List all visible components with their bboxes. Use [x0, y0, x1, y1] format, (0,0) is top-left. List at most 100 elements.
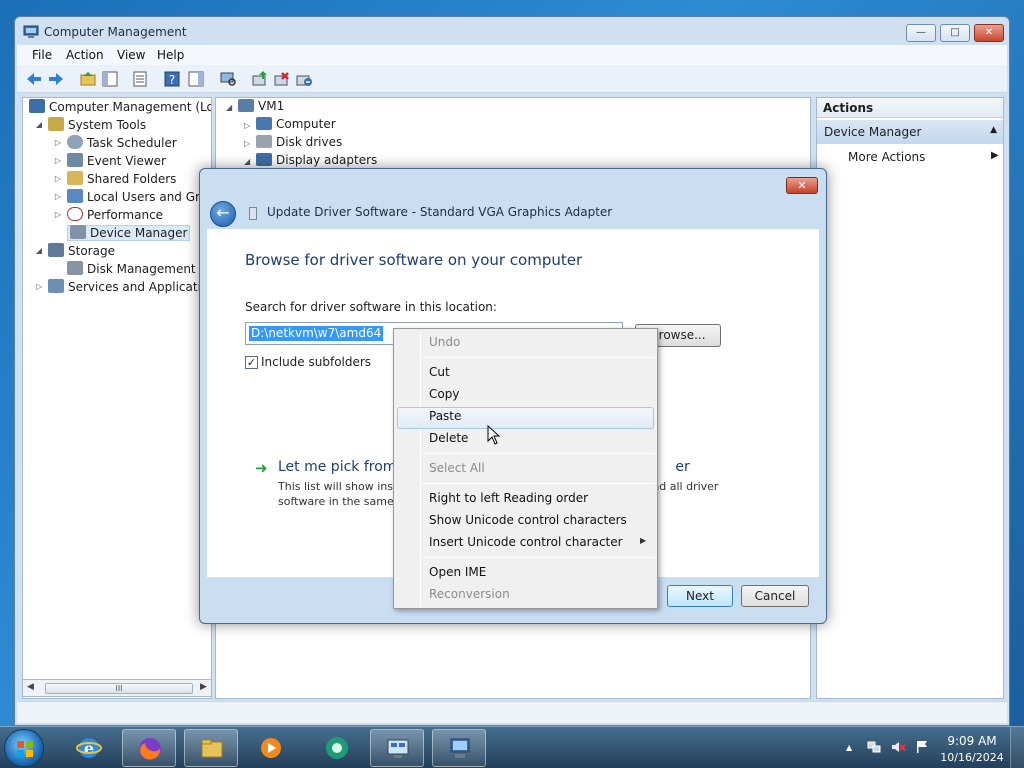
- search-location-label: Search for driver software in this locat…: [245, 300, 497, 314]
- users-icon: [67, 189, 83, 203]
- show-hide-action-pane-icon[interactable]: [187, 70, 205, 88]
- tree-item-device-manager[interactable]: Device Manager: [67, 224, 191, 242]
- show-hide-tree-icon[interactable]: [101, 70, 119, 88]
- clock-time[interactable]: 9:09 AM: [944, 734, 1000, 748]
- expand-arrow-icon[interactable]: ▷: [34, 278, 44, 296]
- performance-icon: [67, 207, 83, 221]
- computer-management-icon: [23, 25, 39, 38]
- collapse-arrow-icon[interactable]: ◢: [34, 242, 44, 260]
- show-desktop-button[interactable]: [1010, 727, 1024, 768]
- dialog-close-button[interactable]: ✕: [786, 177, 818, 194]
- menu-item-open-ime[interactable]: Open IME: [429, 565, 486, 579]
- scroll-left-icon[interactable]: ◀: [27, 682, 34, 692]
- taskbar-media-player[interactable]: [244, 729, 298, 767]
- show-hidden-icons-button[interactable]: ▲: [846, 743, 852, 752]
- menu-view[interactable]: View: [117, 48, 145, 62]
- expand-arrow-icon[interactable]: ▷: [53, 206, 63, 224]
- expand-arrow-icon[interactable]: ▷: [53, 134, 63, 152]
- menu-help[interactable]: Help: [157, 48, 184, 62]
- tree-item-local-users[interactable]: ▷ Local Users and Group: [55, 188, 211, 206]
- tree-item-event-viewer[interactable]: ▷ Event Viewer: [55, 152, 166, 170]
- tree-item-shared-folders[interactable]: ▷ Shared Folders: [55, 170, 176, 188]
- tree-item-task-scheduler[interactable]: ▷ Task Scheduler: [55, 134, 177, 152]
- up-folder-icon[interactable]: [79, 70, 97, 88]
- taskbar-firefox[interactable]: [122, 729, 176, 767]
- close-button[interactable]: ✕: [974, 24, 1004, 42]
- menu-separator: [422, 357, 655, 358]
- actions-pane: Actions Device Manager ▲ More Actions ▶: [816, 97, 1004, 699]
- tree-item-system-tools[interactable]: ◢ System Tools: [36, 116, 146, 134]
- collapse-arrow-icon[interactable]: ◢: [34, 116, 44, 134]
- action-center-flag-icon[interactable]: [914, 739, 930, 755]
- start-button[interactable]: [4, 729, 44, 767]
- menu-item-select-all[interactable]: Select All: [429, 461, 485, 475]
- help-icon[interactable]: ?: [163, 70, 181, 88]
- tree-item-performance[interactable]: ▷ Performance: [55, 206, 163, 224]
- horizontal-scrollbar[interactable]: ◀ III ▶: [22, 679, 212, 697]
- expand-arrow-icon[interactable]: ▷: [53, 170, 63, 188]
- expand-arrow-icon[interactable]: ▷: [244, 136, 256, 152]
- cancel-button[interactable]: Cancel: [741, 585, 809, 607]
- menu-item-paste[interactable]: Paste: [429, 409, 461, 423]
- submenu-arrow-icon: ▶: [640, 536, 647, 545]
- tree-item-storage[interactable]: ◢ Storage: [36, 242, 115, 260]
- device-category-computer[interactable]: ▷ Computer: [244, 116, 336, 134]
- taskbar-chrome-like[interactable]: [310, 729, 364, 767]
- more-actions-link[interactable]: More Actions: [848, 150, 925, 164]
- display-adapter-icon: [256, 153, 272, 166]
- back-arrow-icon[interactable]: [25, 70, 43, 88]
- maximize-button[interactable]: □: [940, 24, 970, 42]
- scroll-right-icon[interactable]: ▶: [200, 682, 207, 692]
- menu-item-show-unicode[interactable]: Show Unicode control characters: [429, 513, 627, 527]
- network-icon[interactable]: [866, 739, 882, 755]
- taskbar-computer-management[interactable]: [432, 729, 486, 767]
- toolbar: ?: [17, 65, 1007, 93]
- forward-arrow-icon[interactable]: [47, 70, 65, 88]
- device-root[interactable]: ◢ VM1: [226, 98, 284, 116]
- tree-item-services-applications[interactable]: ▷ Services and Applications: [36, 278, 211, 296]
- uninstall-icon[interactable]: [273, 70, 291, 88]
- collapse-arrow-icon[interactable]: ◢: [226, 100, 238, 116]
- expand-arrow-icon[interactable]: ▷: [244, 118, 256, 134]
- menu-item-copy[interactable]: Copy: [429, 387, 459, 401]
- device-category-disk-drives[interactable]: ▷ Disk drives: [244, 134, 342, 152]
- minimize-button[interactable]: —: [906, 24, 936, 42]
- menu-separator: [422, 453, 655, 454]
- menu-item-insert-unicode[interactable]: Insert Unicode control character: [429, 535, 623, 549]
- close-icon: ✕: [984, 27, 994, 38]
- disable-device-icon[interactable]: [295, 70, 313, 88]
- taskbar-internet-explorer[interactable]: e: [62, 729, 116, 767]
- menu-item-delete[interactable]: Delete: [429, 431, 468, 445]
- collapse-up-icon[interactable]: ▲: [990, 125, 997, 135]
- scan-hardware-icon[interactable]: [219, 70, 237, 88]
- menu-item-reconversion[interactable]: Reconversion: [429, 587, 510, 601]
- menu-action[interactable]: Action: [66, 48, 104, 62]
- device-icon: [249, 207, 257, 220]
- title-bar[interactable]: Computer Management — □ ✕: [15, 17, 1009, 45]
- event-viewer-icon: [67, 153, 83, 167]
- menu-item-undo[interactable]: Undo: [429, 335, 460, 349]
- menu-item-cut[interactable]: Cut: [429, 365, 450, 379]
- services-icon: [48, 279, 64, 293]
- include-subfolders-checkbox[interactable]: ✓: [245, 356, 258, 369]
- volume-muted-icon[interactable]: [890, 739, 906, 755]
- scrollbar-thumb[interactable]: III: [45, 683, 193, 694]
- taskbar-remote-desktop[interactable]: [370, 729, 424, 767]
- actions-section-device-manager[interactable]: Device Manager ▲: [817, 120, 1003, 144]
- back-button[interactable]: ←: [210, 201, 236, 227]
- console-tree: Computer Management (Local ◢System Tools…: [22, 97, 212, 699]
- mouse-cursor-icon: [487, 425, 501, 445]
- properties-icon[interactable]: [131, 70, 149, 88]
- tree-item-computer-management[interactable]: Computer Management (Local: [29, 98, 211, 116]
- menu-item-rtl-reading-order[interactable]: Right to left Reading order: [429, 491, 588, 505]
- taskbar-file-explorer[interactable]: [184, 729, 238, 767]
- menu-file[interactable]: File: [32, 48, 52, 62]
- clock-date[interactable]: 10/16/2024: [940, 751, 1004, 764]
- internet-explorer-icon: e: [76, 738, 102, 758]
- update-driver-icon[interactable]: [251, 70, 269, 88]
- next-button[interactable]: Next: [667, 585, 733, 607]
- expand-arrow-icon[interactable]: ▷: [53, 188, 63, 206]
- expand-arrow-icon[interactable]: ▷: [53, 152, 63, 170]
- tree-item-disk-management[interactable]: Disk Management: [67, 260, 196, 278]
- storage-icon: [48, 243, 64, 257]
